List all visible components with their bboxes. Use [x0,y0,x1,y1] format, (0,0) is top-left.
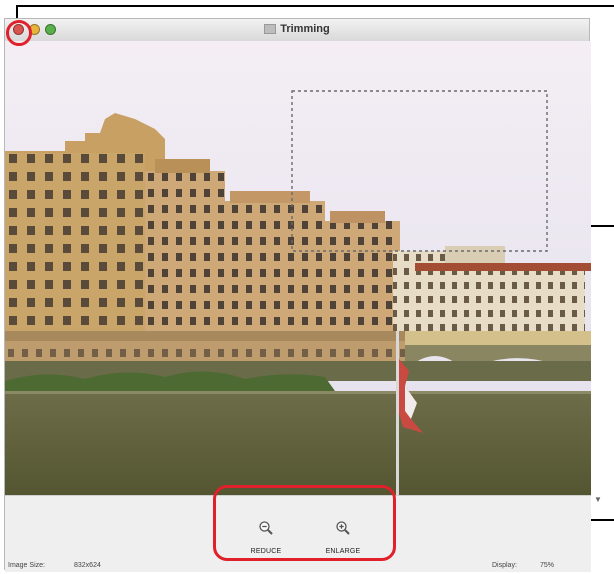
zoom-buttons-callout [213,485,396,561]
callout-line-top-vertical [16,5,18,19]
scroll-down-arrow-icon[interactable]: ▼ [594,495,602,504]
window-title-text: Trimming [280,23,330,35]
document-icon [264,24,277,35]
image-preview[interactable] [5,41,591,495]
image-size-label: Image Size: [8,562,45,569]
title-bar[interactable]: Trimming [5,19,589,42]
callout-line-top-horizontal [16,5,614,7]
photo-florence [5,41,591,495]
display-value: 75% [540,562,555,569]
image-size-value: 832x624 [74,562,101,569]
close-button-callout [6,20,32,46]
display-label: Display: [492,562,517,569]
window-title: Trimming [5,23,589,35]
